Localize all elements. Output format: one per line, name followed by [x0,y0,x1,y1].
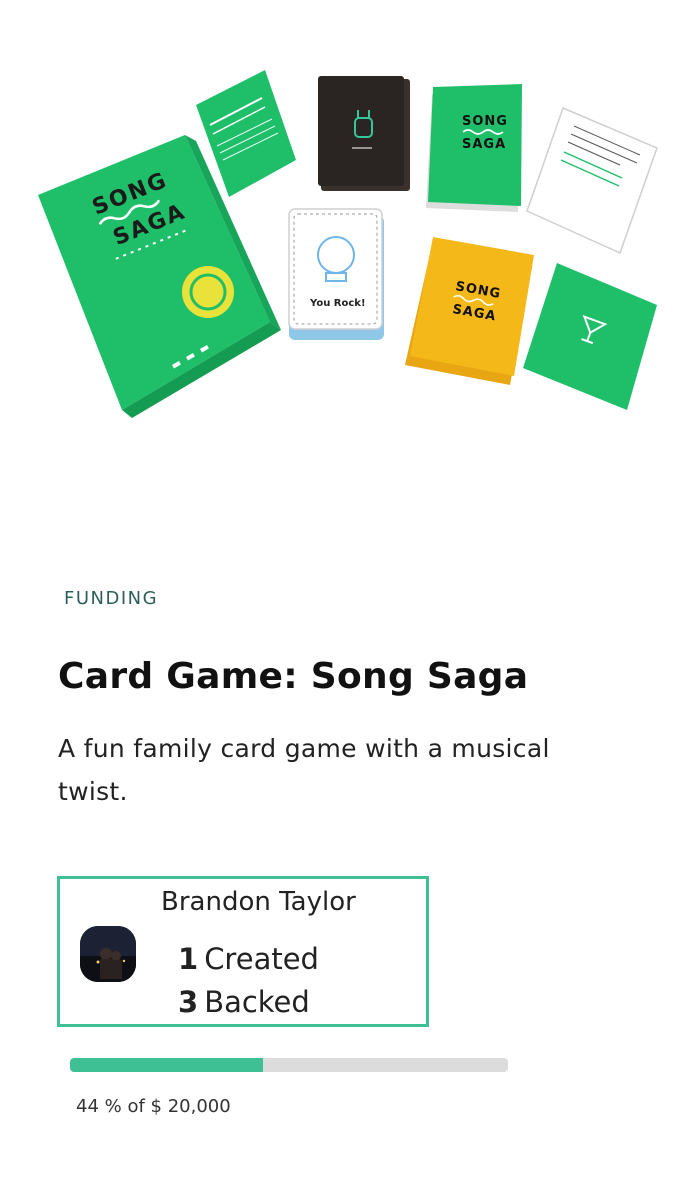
svg-text:You Rock!: You Rock! [309,298,366,309]
funding-progress-text: 44 % of $ 20,000 [76,1096,231,1117]
creator-name[interactable]: Brandon Taylor [161,887,356,917]
funding-status-label: FUNDING [64,588,159,609]
funding-progress-fill [70,1058,263,1072]
svg-text:SAGA: SAGA [462,137,506,152]
funding-progress-bar [70,1058,508,1072]
project-subtitle: A fun family card game with a musical tw… [58,734,550,806]
green-card-deck: SONG SAGA [426,84,522,212]
black-card-deck [318,76,410,191]
svg-text:SONG: SONG [462,114,508,129]
yellow-card-deck: SONG SAGA [405,237,534,385]
avatar[interactable] [80,926,136,982]
project-title[interactable]: Card Game: Song Saga [58,656,528,697]
you-rock-card: You Rock! [288,208,384,340]
prompt-card [526,106,658,255]
cocktail-card [523,263,657,410]
backed-count: 3 Backed [178,985,310,1019]
created-count: 1 Created [178,942,319,976]
product-image: SONG SAGA SONG SAGA You Rock! SONG SAGA [0,0,699,520]
